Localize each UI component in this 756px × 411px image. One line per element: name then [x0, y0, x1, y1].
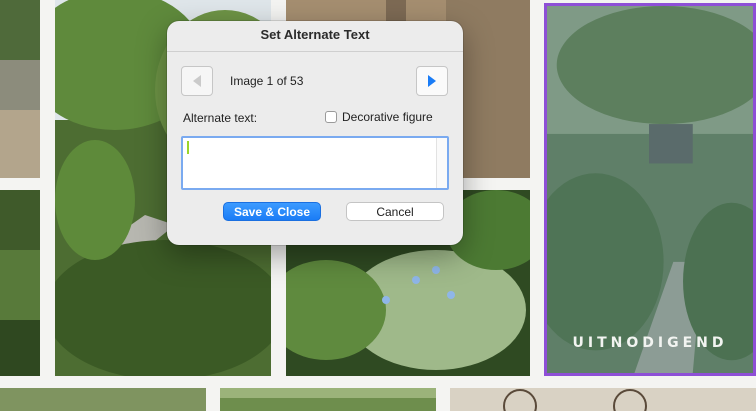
- dialog-title: Set Alternate Text: [260, 27, 370, 42]
- garden-photo-image: [0, 190, 40, 376]
- decorative-figure-checkbox[interactable]: [325, 111, 337, 123]
- decorative-figure-option[interactable]: Decorative figure: [325, 110, 433, 124]
- chevron-right-icon: [428, 75, 436, 87]
- save-close-button[interactable]: Save & Close: [223, 202, 321, 221]
- alt-text-scrollbar[interactable]: [436, 138, 447, 188]
- bicycle-photo-image: [450, 388, 756, 411]
- alt-text-label: Alternate text:: [183, 111, 258, 125]
- garden-invitation-photo-image: [547, 6, 753, 373]
- photo-tile[interactable]: [220, 388, 436, 411]
- chevron-left-icon: [193, 75, 201, 87]
- image-counter: Image 1 of 53: [230, 74, 304, 88]
- alt-text-dialog: Set Alternate Text Image 1 of 53 Alterna…: [167, 21, 463, 245]
- photo-overlay-text: UITNODIGEND: [572, 335, 728, 351]
- photo-tile[interactable]: [0, 0, 40, 178]
- text-caret: [187, 141, 189, 154]
- cancel-button[interactable]: Cancel: [346, 202, 444, 221]
- garden-photo-image: [0, 0, 40, 178]
- previous-image-button[interactable]: [181, 66, 213, 96]
- decorative-figure-label: Decorative figure: [342, 110, 433, 124]
- alt-text-input[interactable]: [181, 136, 449, 190]
- trees-photo-image: [220, 388, 436, 411]
- photo-tile[interactable]: [0, 190, 40, 376]
- photo-tile[interactable]: [450, 388, 756, 411]
- photo-tile[interactable]: [0, 388, 206, 411]
- color-block-image: [0, 388, 206, 411]
- selected-photo-tile[interactable]: UITNODIGEND: [544, 3, 756, 376]
- next-image-button[interactable]: [416, 66, 448, 96]
- title-divider: [167, 51, 463, 52]
